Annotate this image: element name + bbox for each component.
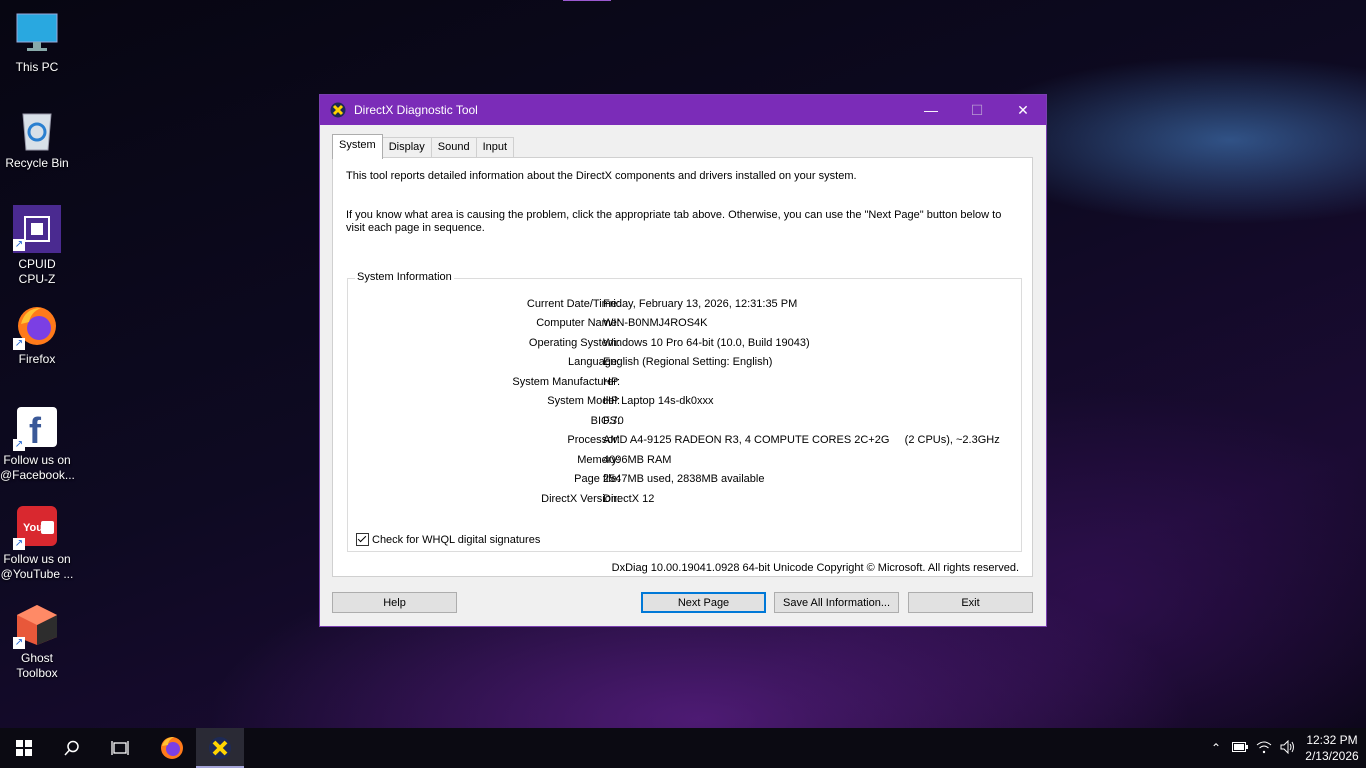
system-tray: ⌃ 12:32 PM 2/13/2026	[1204, 728, 1366, 768]
recycle-bin-icon	[15, 108, 59, 152]
chevron-up-icon[interactable]: ⌃	[1204, 741, 1228, 755]
system-information-group: System Information Current Date/Time: Fri…	[347, 271, 1023, 552]
desktop-icon-this-pc[interactable]: This PC	[0, 12, 74, 75]
next-page-button[interactable]: Next Page	[641, 592, 766, 613]
info-value: 4096MB RAM	[603, 454, 672, 466]
desktop-icon-ghost-toolbox[interactable]: ↗ Ghost Toolbox	[0, 603, 74, 681]
whql-checkbox[interactable]	[356, 533, 369, 546]
start-icon	[16, 740, 32, 756]
firefox-icon: ↗	[13, 304, 59, 350]
save-all-information-button[interactable]: Save All Information...	[774, 592, 899, 613]
titlebar[interactable]: DirectX Diagnostic Tool — ☐ ✕	[320, 95, 1046, 125]
info-row-bios: BIOS: F.70	[348, 415, 1023, 429]
task-view-icon	[111, 741, 129, 755]
maximize-button[interactable]: ☐	[954, 95, 1000, 125]
svg-text:f: f	[29, 410, 42, 449]
info-value: AMD A4-9125 RADEON R3, 4 COMPUTE CORES 2…	[603, 434, 1000, 446]
info-value: English (Regional Setting: English)	[603, 356, 773, 368]
taskbar-firefox[interactable]	[148, 728, 196, 768]
monitor-icon	[15, 12, 59, 56]
directx-icon	[330, 102, 346, 118]
start-button[interactable]	[0, 728, 48, 768]
search-button[interactable]	[48, 728, 96, 768]
info-value: 2547MB used, 2838MB available	[603, 473, 765, 485]
info-value: WIN-B0NMJ4ROS4K	[603, 317, 708, 329]
info-row-datetime: Current Date/Time: Friday, February 13, 2…	[348, 298, 1023, 312]
shortcut-arrow-icon: ↗	[13, 538, 25, 550]
intro-text: This tool reports detailed information a…	[346, 170, 857, 182]
dxdiag-window: DirectX Diagnostic Tool — ☐ ✕ System Dis…	[319, 94, 1047, 627]
info-row-directx-version: DirectX Version: DirectX 12	[348, 493, 1023, 507]
desktop-icon-youtube[interactable]: You ↗ Follow us on @YouTube ...	[0, 504, 74, 582]
tab-system[interactable]: System	[332, 134, 383, 159]
taskbar-directx[interactable]	[196, 728, 244, 768]
minimize-button[interactable]: —	[908, 95, 954, 125]
shortcut-arrow-icon: ↗	[13, 439, 25, 451]
close-button[interactable]: ✕	[1000, 95, 1046, 125]
tab-sound[interactable]: Sound	[430, 137, 477, 158]
ghost-toolbox-icon: ↗	[13, 603, 59, 649]
info-row-manufacturer: System Manufacturer: HP	[348, 376, 1023, 390]
desktop-icon-label: Follow us on @YouTube ...	[0, 552, 74, 581]
info-value: F.70	[603, 415, 624, 427]
task-view-button[interactable]	[96, 728, 144, 768]
wifi-icon[interactable]	[1252, 740, 1276, 757]
info-row-processor: Processor: AMD A4-9125 RADEON R3, 4 COMPU…	[348, 434, 1023, 448]
info-value: Windows 10 Pro 64-bit (10.0, Build 19043…	[603, 337, 810, 349]
info-row-computer-name: Computer Name: WIN-B0NMJ4ROS4K	[348, 317, 1023, 331]
search-icon	[64, 740, 79, 756]
clock[interactable]: 12:32 PM 2/13/2026	[1300, 732, 1364, 764]
desktop-icon-label: Ghost Toolbox	[16, 651, 58, 680]
clock-date: 2/13/2026	[1305, 749, 1359, 763]
info-value: DirectX 12	[603, 493, 655, 505]
svg-text:You: You	[23, 522, 43, 534]
info-row-os: Operating System: Windows 10 Pro 64-bit (…	[348, 337, 1023, 351]
info-value: HP Laptop 14s-dk0xxx	[603, 395, 714, 407]
desktop-icon-cpu-z[interactable]: ↗ CPUID CPU-Z	[0, 205, 74, 287]
clock-time: 12:32 PM	[1306, 733, 1358, 747]
info-row-page-file: Page file: 2547MB used, 2838MB available	[348, 473, 1023, 487]
shortcut-arrow-icon: ↗	[13, 239, 25, 251]
tab-display[interactable]: Display	[381, 137, 432, 158]
desktop-icon-label: CPUID CPU-Z	[18, 257, 56, 286]
shortcut-arrow-icon: ↗	[13, 338, 25, 350]
help-button[interactable]: Help	[332, 592, 457, 613]
top-edge-highlight	[563, 0, 611, 1]
firefox-icon	[161, 737, 183, 759]
youtube-icon: You ↗	[13, 504, 59, 550]
facebook-icon: f ↗	[13, 405, 59, 451]
tab-input[interactable]: Input	[475, 137, 515, 158]
taskbar: ⌃ 12:32 PM 2/13/2026	[0, 728, 1366, 768]
group-title: System Information	[355, 271, 454, 283]
info-row-model: System Model: HP Laptop 14s-dk0xxx	[348, 395, 1023, 409]
exit-button[interactable]: Exit	[908, 592, 1033, 613]
cpu-z-icon: ↗	[13, 205, 61, 253]
info-value: HP	[603, 376, 619, 388]
info-value: Friday, February 13, 2026, 12:31:35 PM	[603, 298, 798, 310]
info-row-language: Language: English (Regional Setting: Engl…	[348, 356, 1023, 370]
desktop-icon-facebook[interactable]: f ↗ Follow us on @Facebook...	[0, 405, 75, 483]
instructions-text-line2: visit each page in sequence.	[346, 222, 485, 234]
battery-icon[interactable]	[1228, 741, 1252, 755]
desktop-icon-firefox[interactable]: ↗ Firefox	[0, 304, 74, 367]
desktop-icon-label: Follow us on @Facebook...	[0, 453, 75, 482]
shortcut-arrow-icon: ↗	[13, 637, 25, 649]
window-title: DirectX Diagnostic Tool	[354, 103, 478, 117]
directx-icon	[209, 737, 231, 759]
info-row-memory: Memory: 4096MB RAM	[348, 454, 1023, 468]
whql-checkbox-row[interactable]: Check for WHQL digital signatures	[356, 533, 540, 546]
system-tab-panel: This tool reports detailed information a…	[332, 157, 1033, 577]
instructions-text-line1: If you know what area is causing the pro…	[346, 209, 1002, 221]
copyright-text: DxDiag 10.00.19041.0928 64-bit Unicode C…	[611, 562, 1019, 574]
desktop-icon-recycle-bin[interactable]: Recycle Bin	[0, 108, 74, 171]
tab-strip: System Display Sound Input	[332, 134, 515, 159]
volume-icon[interactable]	[1276, 739, 1300, 757]
whql-checkbox-label: Check for WHQL digital signatures	[372, 533, 541, 546]
